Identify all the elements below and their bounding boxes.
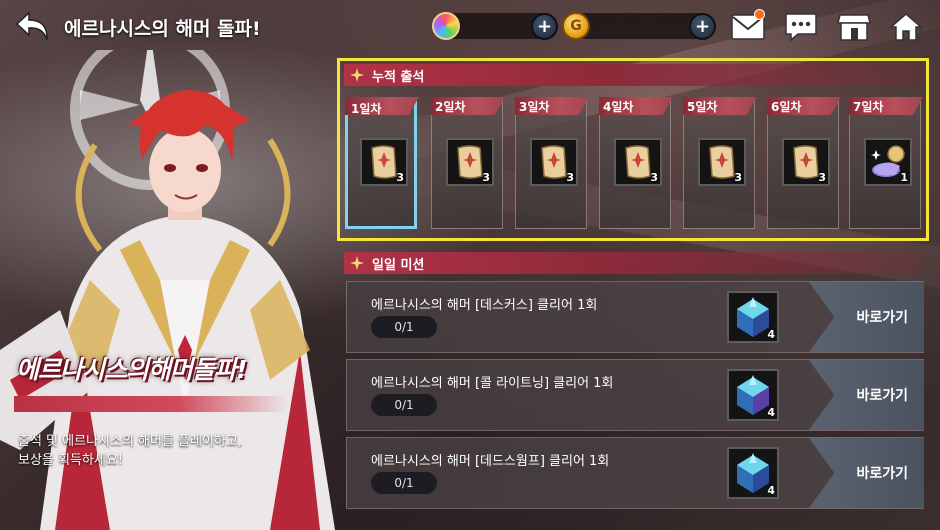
rainbow-gem-icon [432, 12, 460, 40]
reward-count: 4 [767, 484, 775, 497]
reward-slot[interactable]: 1 [864, 138, 912, 186]
day-label: 7일차 [853, 100, 884, 114]
mission-progress: 0/1 [371, 316, 437, 338]
reward-count: 4 [767, 328, 775, 341]
daily-mission-section-title: 일일 미션 [372, 257, 425, 273]
reward-count: 3 [482, 171, 490, 184]
sparkle-icon [350, 256, 364, 270]
add-gem-button[interactable]: + [531, 13, 558, 40]
shop-button[interactable] [836, 10, 872, 44]
mission-row: 에르나시스의 해머 [콜 라이트닝] 클리어 1회 0/1 4 바로가기 [346, 359, 924, 431]
reward-count: 3 [396, 171, 404, 184]
mission-progress: 0/1 [371, 394, 437, 416]
reward-count: 3 [566, 171, 574, 184]
reward-count: 3 [734, 171, 742, 184]
hero-title-bar [14, 396, 289, 412]
reward-slot[interactable]: 3 [360, 138, 408, 186]
shop-icon [837, 14, 871, 41]
top-bar: 에르나시스의 해머 돌파! + G + [0, 0, 940, 54]
attendance-day-5[interactable]: 5일차 3 [683, 97, 757, 229]
day-label: 5일차 [687, 100, 718, 114]
notification-dot [754, 9, 765, 20]
gold-coin-icon: G [562, 12, 590, 40]
daily-mission-section-header: 일일 미션 [344, 252, 924, 274]
event-title: 에르나시스의해머돌파! [16, 355, 247, 384]
chat-button[interactable] [783, 10, 819, 44]
mission-row: 에르나시스의 해머 [데스커스] 클리어 1회 0/1 4 바로가기 [346, 281, 924, 353]
back-button[interactable] [14, 9, 52, 43]
gem-currency: + [432, 12, 558, 40]
chat-icon [785, 13, 817, 42]
day-label: 6일차 [771, 100, 802, 114]
event-description-line: 보상을 획득하세요! [18, 453, 124, 468]
mission-progress: 0/1 [371, 472, 437, 494]
mission-row: 에르나시스의 해머 [데드스웜프] 클리어 1회 0/1 4 바로가기 [346, 437, 924, 509]
reward-count: 4 [767, 406, 775, 419]
page-title: 에르나시스의 해머 돌파! [64, 18, 261, 40]
event-description: 출석 및 에르나시스의 해머를 플레이하고, 보상을 획득하세요! [18, 432, 288, 470]
attendance-day-7[interactable]: 7일차 1 [849, 97, 923, 229]
mail-button[interactable] [730, 9, 766, 44]
sparkle-icon [350, 68, 364, 82]
add-gold-button[interactable]: + [689, 13, 716, 40]
attendance-day-4[interactable]: 4일차 3 [599, 97, 673, 229]
go-button[interactable]: 바로가기 [809, 282, 924, 352]
reward-slot[interactable]: 3 [698, 138, 746, 186]
home-button[interactable] [888, 10, 924, 44]
gold-currency: G + [562, 12, 716, 40]
reward-slot[interactable]: 3 [446, 138, 494, 186]
reward-slot[interactable]: 4 [727, 447, 779, 499]
attendance-section-header: 누적 출석 [344, 64, 924, 86]
go-button[interactable]: 바로가기 [809, 438, 924, 508]
attendance-section-title: 누적 출석 [372, 69, 425, 85]
attendance-day-1[interactable]: 1일차 3 [345, 97, 419, 229]
attendance-day-3[interactable]: 3일차 3 [515, 97, 589, 229]
go-button[interactable]: 바로가기 [809, 360, 924, 430]
day-label: 3일차 [519, 100, 550, 114]
home-icon [889, 13, 923, 41]
day-label: 2일차 [435, 100, 466, 114]
reward-count: 1 [900, 171, 908, 184]
mission-text: 에르나시스의 해머 [데드스웜프] 클리어 1회 [371, 454, 610, 469]
attendance-day-2[interactable]: 2일차 3 [431, 97, 505, 229]
mission-text: 에르나시스의 해머 [데스커스] 클리어 1회 [371, 298, 598, 313]
attendance-day-6[interactable]: 6일차 3 [767, 97, 841, 229]
day-label: 1일차 [351, 102, 382, 116]
reward-count: 3 [818, 171, 826, 184]
reward-slot[interactable]: 3 [782, 138, 830, 186]
event-description-line: 출석 및 에르나시스의 해머를 플레이하고, [18, 434, 242, 449]
reward-slot[interactable]: 3 [530, 138, 578, 186]
reward-slot[interactable]: 4 [727, 291, 779, 343]
reward-slot[interactable]: 4 [727, 369, 779, 421]
day-label: 4일차 [603, 100, 634, 114]
reward-slot[interactable]: 3 [614, 138, 662, 186]
back-arrow-icon [15, 11, 48, 41]
reward-count: 3 [650, 171, 658, 184]
mission-text: 에르나시스의 해머 [콜 라이트닝] 클리어 1회 [371, 376, 614, 391]
